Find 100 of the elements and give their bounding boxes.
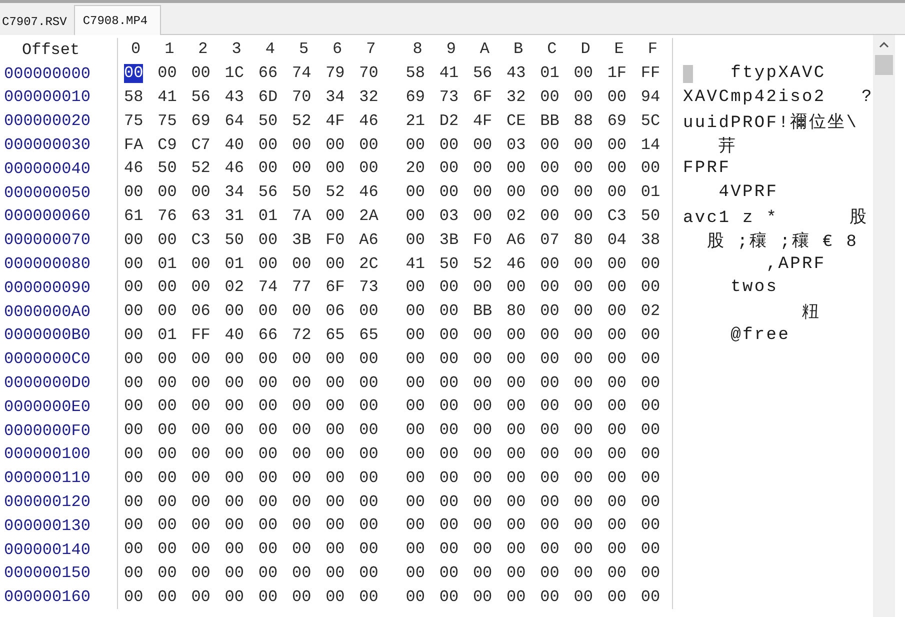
hex-byte[interactable]: 00 <box>439 278 459 298</box>
hex-byte[interactable]: 00 <box>124 444 144 464</box>
hex-byte[interactable]: 00 <box>574 564 593 583</box>
hex-byte[interactable]: 00 <box>640 350 660 369</box>
hex-byte[interactable]: 00 <box>607 492 627 512</box>
hex-byte[interactable]: 00 <box>158 444 177 464</box>
hex-byte[interactable]: 00 <box>258 564 278 583</box>
hex-byte[interactable]: 00 <box>540 516 560 536</box>
hex-byte[interactable]: 00 <box>258 230 278 250</box>
hex-byte[interactable]: 00 <box>326 444 345 464</box>
hex-byte[interactable]: 00 <box>439 183 459 202</box>
hex-byte[interactable]: 00 <box>124 302 144 322</box>
hex-byte[interactable]: 00 <box>439 136 459 155</box>
hex-byte[interactable]: 00 <box>124 468 144 488</box>
hex-byte[interactable]: 52 <box>472 254 492 274</box>
hex-byte[interactable]: 00 <box>506 183 526 202</box>
hex-byte[interactable]: 00 <box>439 421 459 440</box>
hex-byte[interactable]: 46 <box>506 254 526 274</box>
hex-byte[interactable]: 00 <box>326 588 345 607</box>
hex-byte[interactable]: 00 <box>607 444 627 464</box>
hex-byte[interactable]: CE <box>506 112 526 131</box>
hex-byte[interactable]: F0 <box>326 230 345 250</box>
hex-byte[interactable]: 00 <box>472 444 492 464</box>
hex-byte[interactable]: 4F <box>326 112 345 131</box>
hex-byte[interactable]: 00 <box>607 88 627 107</box>
hex-byte[interactable]: 58 <box>406 64 425 84</box>
hex-byte[interactable]: 31 <box>224 206 244 226</box>
hex-byte[interactable]: 00 <box>292 350 312 369</box>
hex-byte[interactable]: 88 <box>574 112 593 131</box>
hex-byte[interactable]: 00 <box>258 588 278 607</box>
hex-byte[interactable]: 00 <box>574 64 593 84</box>
hex-byte[interactable]: 00 <box>406 564 425 583</box>
hex-byte[interactable]: 00 <box>158 468 177 488</box>
hex-byte[interactable]: 32 <box>506 88 526 107</box>
hex-byte[interactable]: 00 <box>359 350 378 369</box>
hex-byte[interactable]: 00 <box>124 183 144 202</box>
hex-byte[interactable]: 02 <box>640 302 660 322</box>
hex-byte[interactable]: 00 <box>640 588 660 607</box>
hex-byte[interactable]: 00 <box>472 206 492 226</box>
hex-byte[interactable]: 00 <box>607 278 627 298</box>
hex-byte[interactable]: 00 <box>292 254 312 274</box>
hex-byte[interactable]: 7A <box>292 206 312 226</box>
hex-byte[interactable]: 00 <box>124 230 144 250</box>
hex-byte[interactable]: 00 <box>191 183 210 202</box>
hex-byte[interactable]: 00 <box>607 588 627 607</box>
hex-byte[interactable]: 00 <box>607 564 627 583</box>
hex-byte[interactable]: 52 <box>326 183 345 202</box>
hex-byte[interactable]: 00 <box>191 421 210 440</box>
hex-byte[interactable]: 5C <box>640 112 660 131</box>
hex-byte[interactable]: 00 <box>326 468 345 488</box>
hex-byte[interactable]: 00 <box>258 540 278 560</box>
hex-byte[interactable]: 00 <box>258 374 278 393</box>
hex-byte[interactable]: 00 <box>224 516 244 536</box>
hex-byte[interactable]: 00 <box>540 326 560 345</box>
hex-byte[interactable]: 00 <box>191 468 210 488</box>
hex-byte[interactable]: D2 <box>439 112 459 131</box>
hex-byte[interactable]: 00 <box>640 254 660 274</box>
hex-byte[interactable]: 00 <box>574 183 593 202</box>
hex-byte[interactable]: 43 <box>224 88 244 107</box>
hex-byte[interactable]: 00 <box>258 254 278 274</box>
hex-byte[interactable]: 00 <box>292 564 312 583</box>
hex-byte[interactable]: 00 <box>540 350 560 369</box>
hex-byte[interactable]: 69 <box>607 112 627 131</box>
hex-byte[interactable]: 00 <box>540 206 560 226</box>
hex-byte[interactable]: C3 <box>191 230 210 250</box>
hex-byte[interactable]: 04 <box>607 230 627 250</box>
hex-byte[interactable]: 01 <box>540 64 560 84</box>
hex-byte[interactable]: 00 <box>258 136 278 155</box>
hex-byte[interactable]: 00 <box>506 159 526 178</box>
hex-byte[interactable]: 00 <box>574 492 593 512</box>
hex-byte[interactable]: 64 <box>224 112 244 131</box>
hex-byte[interactable]: 6F <box>326 278 345 298</box>
hex-byte[interactable]: 00 <box>292 302 312 322</box>
hex-byte[interactable]: 00 <box>359 374 378 393</box>
hex-byte[interactable]: 00 <box>359 302 378 322</box>
hex-byte[interactable]: 00 <box>359 136 378 155</box>
hex-byte[interactable]: 69 <box>406 88 425 107</box>
hex-byte[interactable]: 00 <box>439 468 459 488</box>
hex-byte[interactable]: 00 <box>406 540 425 560</box>
hex-byte[interactable]: 01 <box>640 183 660 202</box>
hex-byte[interactable]: 1F <box>607 64 627 84</box>
hex-byte[interactable]: 07 <box>540 230 560 250</box>
hex-byte[interactable]: 6D <box>258 88 278 107</box>
hex-byte[interactable]: 00 <box>191 350 210 369</box>
hex-byte[interactable]: 00 <box>191 540 210 560</box>
hex-byte[interactable]: 73 <box>359 278 378 298</box>
hex-byte[interactable]: 00 <box>406 183 425 202</box>
hex-byte[interactable]: 00 <box>224 374 244 393</box>
hex-byte[interactable]: 00 <box>158 183 177 202</box>
hex-byte[interactable]: 74 <box>292 64 312 84</box>
hex-byte[interactable]: 50 <box>224 230 244 250</box>
hex-byte[interactable]: 00 <box>640 326 660 345</box>
hex-byte[interactable]: 00 <box>406 136 425 155</box>
hex-byte[interactable]: 00 <box>574 136 593 155</box>
hex-byte[interactable]: 00 <box>292 588 312 607</box>
hex-byte[interactable]: 00 <box>124 397 144 416</box>
hex-byte[interactable]: 00 <box>292 374 312 393</box>
hex-byte[interactable]: 77 <box>292 278 312 298</box>
hex-byte[interactable]: 00 <box>359 516 378 536</box>
hex-byte[interactable]: 32 <box>359 88 378 107</box>
